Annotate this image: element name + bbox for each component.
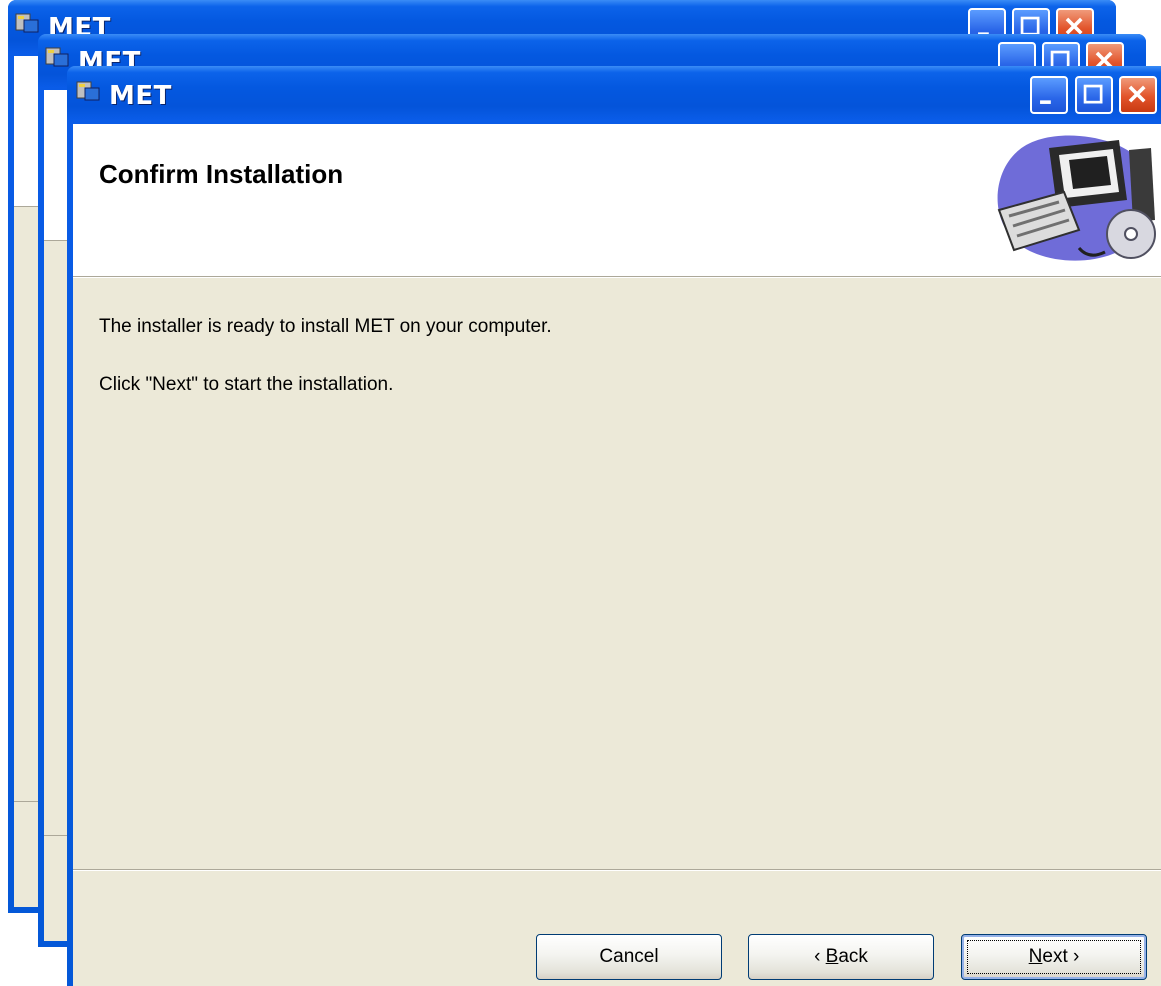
installer-dialog: MET Confirm Installation The installer i… <box>67 66 1161 986</box>
close-button[interactable] <box>1119 76 1157 114</box>
dialog-client: Confirm Installation The installer is re… <box>73 124 1161 986</box>
installer-icon <box>76 81 100 101</box>
header-banner: Confirm Installation <box>73 124 1161 277</box>
next-button[interactable]: Next › <box>961 934 1147 980</box>
computer-install-icon <box>997 135 1156 261</box>
footer-divider-highlight <box>73 870 1161 871</box>
maximize-icon <box>1083 84 1103 104</box>
cancel-button[interactable]: Cancel <box>536 934 722 980</box>
minimize-button[interactable] <box>1030 76 1068 114</box>
page-title: Confirm Installation <box>99 159 344 189</box>
close-icon <box>1128 85 1146 103</box>
installer-icon <box>15 13 39 33</box>
title-bar[interactable]: MET <box>67 66 1161 120</box>
minimize-icon <box>1040 100 1051 104</box>
back-button[interactable]: ‹ Back <box>748 934 934 980</box>
maximize-button[interactable] <box>1075 76 1113 114</box>
divider <box>73 277 1161 278</box>
ready-message: The installer is ready to install MET on… <box>99 316 552 337</box>
window-title: MET <box>109 81 172 111</box>
instruction-message: Click "Next" to start the installation. <box>99 374 394 395</box>
